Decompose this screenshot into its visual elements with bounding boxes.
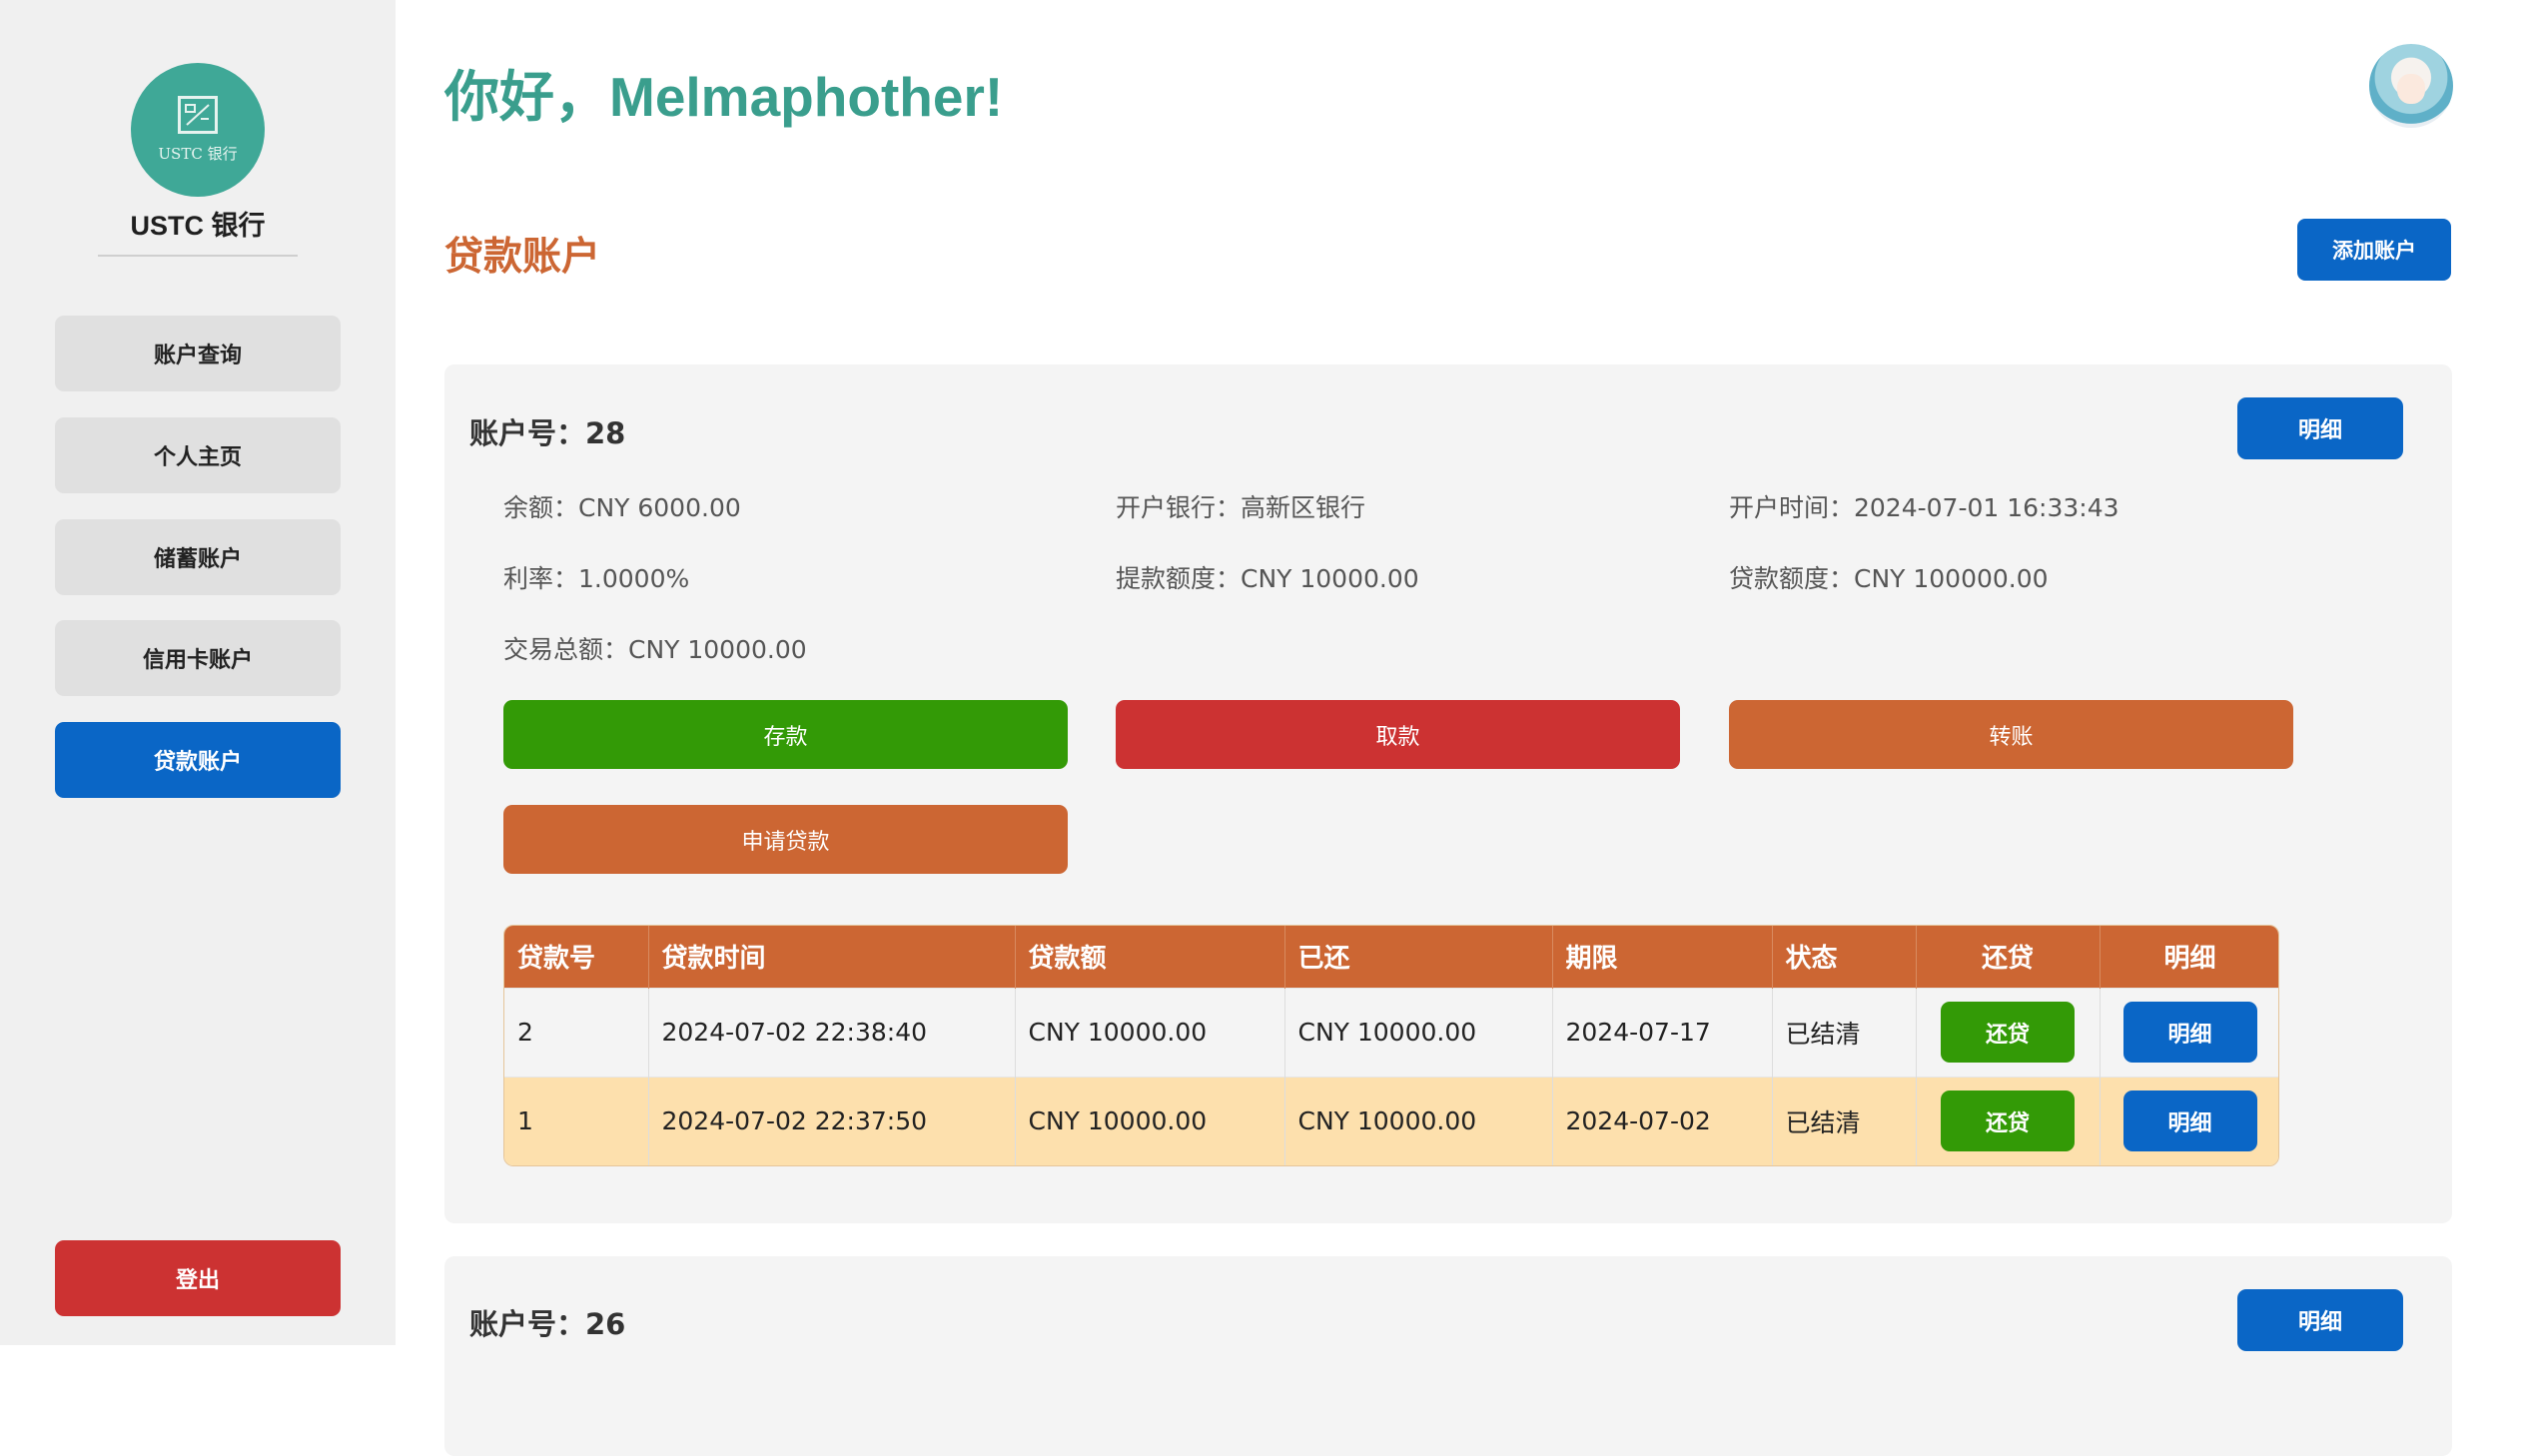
col-header-status: 状态 bbox=[1772, 926, 1917, 988]
repay-button[interactable]: 还贷 bbox=[1941, 1091, 2075, 1152]
cell-repay: 还贷 bbox=[1916, 987, 2101, 1077]
account-detail-button[interactable]: 明细 bbox=[2237, 1289, 2403, 1351]
col-header-loan-time: 贷款时间 bbox=[648, 926, 1016, 988]
greeting-title: 你好，Melmaphother! bbox=[444, 66, 1004, 128]
cell-detail: 明细 bbox=[2100, 1076, 2278, 1165]
deposit-button[interactable]: 存款 bbox=[503, 700, 1068, 769]
cell-loan-id: 1 bbox=[504, 1076, 649, 1165]
loan-detail-button[interactable]: 明细 bbox=[2122, 1091, 2257, 1152]
bank-logo: USTC 银行 bbox=[131, 63, 265, 197]
account-card: 账户号：28 明细 余额：CNY 6000.00 开户银行：高新区银行 开户时间… bbox=[444, 364, 2452, 1223]
col-header-due: 期限 bbox=[1552, 926, 1773, 988]
avatar[interactable] bbox=[2369, 44, 2453, 128]
withdraw-button[interactable]: 取款 bbox=[1116, 700, 1680, 769]
cell-due: 2024-07-02 bbox=[1552, 1076, 1773, 1165]
cell-detail: 明细 bbox=[2100, 987, 2278, 1077]
info-open-time: 开户时间：2024-07-01 16:33:43 bbox=[1729, 493, 2119, 522]
sidebar-item-profile[interactable]: 个人主页 bbox=[55, 417, 341, 493]
account-number: 账户号：28 bbox=[469, 416, 626, 450]
sidebar-item-savings[interactable]: 储蓄账户 bbox=[55, 519, 341, 595]
cell-loan-id: 2 bbox=[504, 987, 649, 1077]
cell-loan-amount: CNY 10000.00 bbox=[1015, 987, 1285, 1077]
col-header-repay: 还贷 bbox=[1916, 926, 2101, 988]
account-detail-button[interactable]: 明细 bbox=[2237, 397, 2403, 459]
apply-loan-button[interactable]: 申请贷款 bbox=[503, 805, 1068, 874]
table-row: 2 2024-07-02 22:38:40 CNY 10000.00 CNY 1… bbox=[504, 987, 2278, 1077]
col-header-loan-amount: 贷款额 bbox=[1015, 926, 1285, 988]
info-loan-limit: 贷款额度：CNY 100000.00 bbox=[1729, 564, 2049, 593]
cell-repaid: CNY 10000.00 bbox=[1284, 1076, 1553, 1165]
info-total: 交易总额：CNY 10000.00 bbox=[503, 635, 807, 664]
sidebar-divider bbox=[98, 255, 298, 257]
col-header-detail: 明细 bbox=[2100, 926, 2278, 988]
sidebar-item-credit-card[interactable]: 信用卡账户 bbox=[55, 620, 341, 696]
cell-loan-time: 2024-07-02 22:37:50 bbox=[648, 1076, 1016, 1165]
loan-table: 贷款号 贷款时间 贷款额 已还 期限 状态 还贷 明细 2 2024-07-02… bbox=[503, 925, 2279, 1166]
info-rate: 利率：1.0000% bbox=[503, 564, 690, 593]
cell-status: 已结清 bbox=[1772, 1076, 1917, 1165]
cell-repaid: CNY 10000.00 bbox=[1284, 987, 1553, 1077]
sidebar-item-account-query[interactable]: 账户查询 bbox=[55, 316, 341, 391]
table-row: 1 2024-07-02 22:37:50 CNY 10000.00 CNY 1… bbox=[504, 1076, 2278, 1165]
info-balance: 余额：CNY 6000.00 bbox=[503, 493, 741, 522]
sidebar: USTC 银行 USTC 银行 账户查询 个人主页 储蓄账户 信用卡账户 贷款账… bbox=[0, 0, 396, 1345]
cell-loan-time: 2024-07-02 22:38:40 bbox=[648, 987, 1016, 1077]
info-bank: 开户银行：高新区银行 bbox=[1116, 493, 1366, 522]
bank-name: USTC 银行 bbox=[130, 211, 266, 241]
repay-button[interactable]: 还贷 bbox=[1941, 1002, 2075, 1063]
add-account-button[interactable]: 添加账户 bbox=[2297, 219, 2451, 281]
col-header-loan-id: 贷款号 bbox=[504, 926, 649, 988]
sidebar-item-loan[interactable]: 贷款账户 bbox=[55, 722, 341, 798]
table-header-row: 贷款号 贷款时间 贷款额 已还 期限 状态 还贷 明细 bbox=[504, 926, 2278, 988]
account-card: 账户号：26 明细 bbox=[444, 1256, 2452, 1456]
loan-detail-button[interactable]: 明细 bbox=[2122, 1002, 2257, 1063]
logo-text: USTC 银行 bbox=[158, 145, 238, 163]
account-number: 账户号：26 bbox=[469, 1307, 626, 1341]
cell-status: 已结清 bbox=[1772, 987, 1917, 1077]
page-title: 贷款账户 bbox=[444, 235, 601, 280]
logo-card-icon bbox=[178, 96, 218, 134]
info-withdraw-limit: 提款额度：CNY 10000.00 bbox=[1116, 564, 1419, 593]
cell-repay: 还贷 bbox=[1916, 1076, 2101, 1165]
logout-button[interactable]: 登出 bbox=[55, 1240, 341, 1316]
transfer-button[interactable]: 转账 bbox=[1729, 700, 2293, 769]
col-header-repaid: 已还 bbox=[1284, 926, 1553, 988]
cell-due: 2024-07-17 bbox=[1552, 987, 1773, 1077]
avatar-face bbox=[2397, 74, 2425, 104]
cell-loan-amount: CNY 10000.00 bbox=[1015, 1076, 1285, 1165]
